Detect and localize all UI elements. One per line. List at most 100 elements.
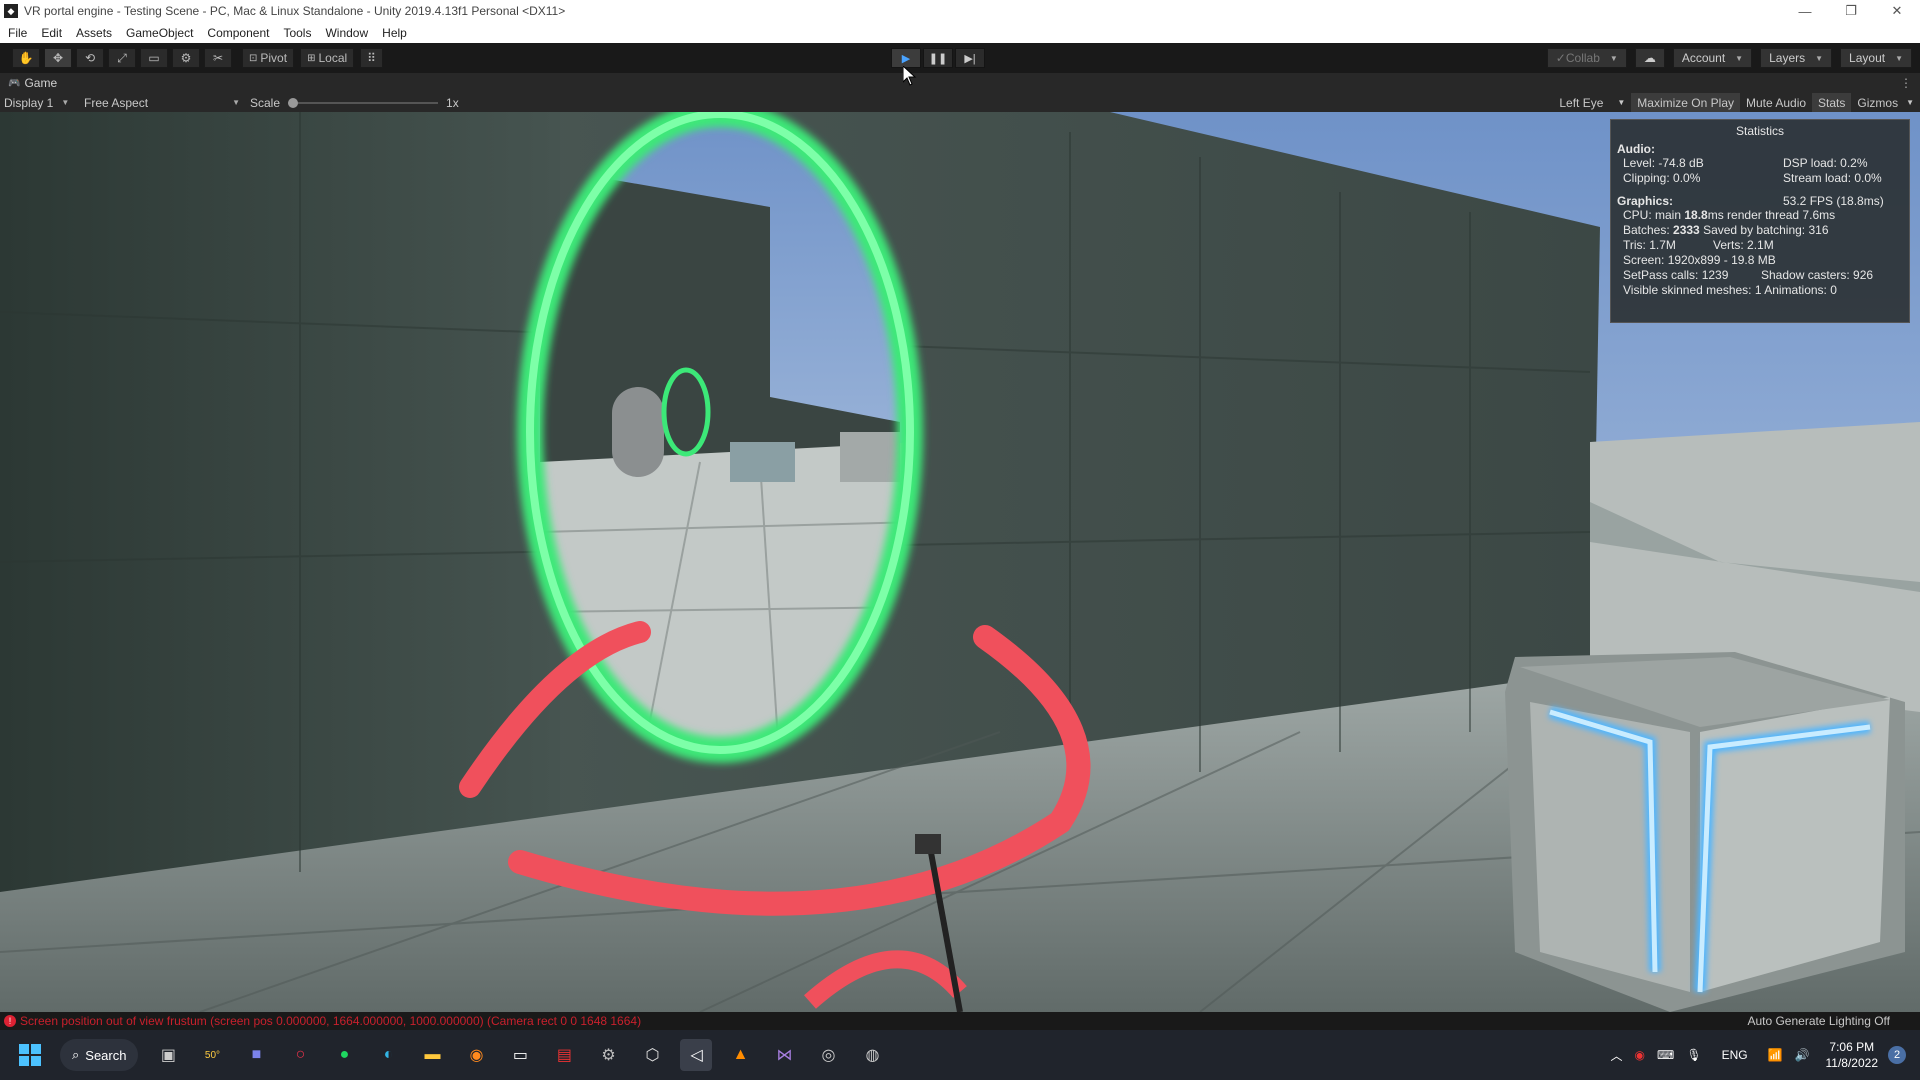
collab-label: Collab <box>1565 51 1600 65</box>
weather-widget-icon[interactable]: 50° <box>196 1039 228 1071</box>
batches-row: Batches: 2333 Saved by batching: 316 <box>1617 223 1903 238</box>
play-button[interactable]: ▶ <box>891 48 921 68</box>
account-dropdown[interactable]: Account ▼ <box>1672 48 1753 68</box>
layers-label: Layers <box>1769 51 1806 65</box>
voicemeeter-icon[interactable]: ▤ <box>548 1039 580 1071</box>
audio-header: Audio: <box>1617 142 1655 156</box>
graphics-header: Graphics: <box>1617 194 1674 208</box>
move-tool-icon[interactable]: ✥ <box>44 48 72 68</box>
display-dropdown[interactable]: Display 1 ▼ <box>0 96 80 110</box>
audio-level: Level: -74.8 dB <box>1623 156 1704 170</box>
obs-studio-icon[interactable]: ◎ <box>812 1039 844 1071</box>
title-bar: ◆ VR portal engine - Testing Scene - PC,… <box>0 0 1920 22</box>
chat-app-icon[interactable]: ■ <box>240 1039 272 1071</box>
restore-button[interactable]: ❐ <box>1828 0 1874 22</box>
rect-tool-icon[interactable]: ▭ <box>140 48 168 68</box>
layers-dropdown[interactable]: Layers ▼ <box>1760 48 1833 68</box>
eye-label: Left Eye <box>1559 95 1604 110</box>
menu-gameobject[interactable]: GameObject <box>126 26 193 40</box>
local-toggle[interactable]: ⊞ Local <box>300 48 355 68</box>
clock[interactable]: 7:06 PM 11/8/2022 <box>1826 1039 1879 1071</box>
firefox-icon[interactable]: ◉ <box>460 1039 492 1071</box>
microphone-icon[interactable]: 🎙 <box>1686 1048 1701 1062</box>
vlc-player-icon[interactable]: ▲ <box>724 1039 756 1071</box>
batches-suffix: Saved by batching: 316 <box>1699 223 1829 237</box>
visual-studio-icon[interactable]: ⋈ <box>768 1039 800 1071</box>
scale-slider-knob[interactable] <box>288 97 299 108</box>
window-title: VR portal engine - Testing Scene - PC, M… <box>24 4 566 18</box>
verts-count: Verts: 2.1M <box>1713 238 1774 252</box>
game-tab-strip: 🎮 Game ⋮ <box>0 73 1920 93</box>
windows-start-icon[interactable] <box>14 1039 46 1071</box>
minimize-button[interactable]: — <box>1782 0 1828 22</box>
task-view-icon[interactable]: ▣ <box>152 1039 184 1071</box>
file-explorer-icon[interactable]: ▬ <box>416 1039 448 1071</box>
edge-browser-icon[interactable]: ◐ <box>372 1039 404 1071</box>
tab-game[interactable]: 🎮 Game <box>0 76 57 90</box>
dsp-load: DSP load: 0.2% <box>1783 156 1868 170</box>
tray-app-icon[interactable]: ◉ <box>1635 1048 1645 1062</box>
settings-gear-icon[interactable]: ⚙ <box>592 1039 624 1071</box>
spotify-icon[interactable]: ● <box>328 1039 360 1071</box>
collab-dropdown[interactable]: ✓ Collab ▼ <box>1546 48 1627 68</box>
opera-browser-icon[interactable]: ○ <box>284 1039 316 1071</box>
chevron-down-icon: ▼ <box>232 98 240 107</box>
unity-editor-icon[interactable]: ◁ <box>680 1039 713 1071</box>
keyboard-icon[interactable]: ⌨ <box>1657 1048 1674 1062</box>
gizmos-dropdown[interactable]: Gizmos ▼ <box>1851 93 1920 112</box>
scale-slider[interactable] <box>288 97 439 108</box>
maximize-on-play-toggle[interactable]: Maximize On Play <box>1631 93 1740 112</box>
menu-assets[interactable]: Assets <box>76 26 112 40</box>
eye-dropdown[interactable]: Left Eye ▼ <box>1553 93 1631 112</box>
menu-edit[interactable]: Edit <box>41 26 62 40</box>
transform-tool-icon[interactable]: ⚙ <box>172 48 200 68</box>
rotate-tool-icon[interactable]: ⟲ <box>76 48 104 68</box>
menu-window[interactable]: Window <box>325 26 368 40</box>
pause-button[interactable]: ❚❚ <box>923 48 953 68</box>
game-view-toolbar: Display 1 ▼ Free Aspect ▼ Scale 1x Left Ey… <box>0 93 1920 112</box>
error-message[interactable]: Screen position out of view frustum (scr… <box>20 1014 641 1028</box>
scale-tool-icon[interactable]: ⤢ <box>108 48 136 68</box>
pivot-toggle[interactable]: ⊡ Pivot <box>242 48 295 68</box>
play-controls: ▶ ❚❚ ▶| <box>891 48 987 68</box>
aspect-dropdown[interactable]: Free Aspect ▼ <box>80 96 240 110</box>
hand-tool-icon[interactable]: ✋ <box>12 48 40 68</box>
step-button[interactable]: ▶| <box>955 48 985 68</box>
chevron-down-icon: ▼ <box>61 98 70 107</box>
clock-date: 11/8/2022 <box>1825 1056 1879 1070</box>
stats-toggle[interactable]: Stats <box>1812 93 1852 112</box>
cloud-button[interactable]: ☁ <box>1634 48 1665 68</box>
audio-clipping: Clipping: 0.0% <box>1623 171 1701 185</box>
oculus-app-icon[interactable]: ▭ <box>504 1039 536 1071</box>
search-icon: ⌕ <box>72 1047 80 1062</box>
shadow-casters: Shadow casters: 926 <box>1761 268 1874 282</box>
mute-audio-toggle[interactable]: Mute Audio <box>1740 93 1812 112</box>
close-button[interactable]: ✕ <box>1874 0 1920 22</box>
menu-file[interactable]: File <box>8 26 27 40</box>
taskbar-search[interactable]: ⌕ Search <box>60 1039 139 1071</box>
cpu-row: CPU: main 18.8ms render thread 7.6ms <box>1617 208 1903 223</box>
menu-tools[interactable]: Tools <box>283 26 311 40</box>
volume-icon[interactable]: 🔊 <box>1795 1048 1810 1062</box>
chevron-down-icon: ▼ <box>1906 98 1914 107</box>
grid-snap-button[interactable]: ⠿ <box>360 48 383 68</box>
error-icon: ! <box>4 1015 16 1027</box>
chevron-up-icon[interactable]: ︿ <box>1611 1047 1623 1064</box>
custom-tool-icon[interactable]: ✂ <box>204 48 232 68</box>
language-indicator[interactable]: ENG <box>1722 1048 1748 1062</box>
transform-tools: ✋ ✥ ⟲ ⤢ ▭ ⚙ ✂ <box>12 48 236 68</box>
layout-dropdown[interactable]: Layout ▼ <box>1840 48 1912 68</box>
status-bar[interactable]: ! Screen position out of view frustum (s… <box>0 1012 1920 1030</box>
menu-help[interactable]: Help <box>382 26 407 40</box>
steam-icon[interactable]: ◍ <box>856 1039 888 1071</box>
menu-component[interactable]: Component <box>207 26 269 40</box>
layout-label: Layout <box>1849 51 1886 65</box>
system-tray: ︿ ◉ ⌨ 🎙 ENG 📶 🔊 7:06 PM 11/8/2022 2 <box>1605 1030 1920 1080</box>
windows-logo-icon <box>19 1044 41 1066</box>
notification-badge[interactable]: 2 <box>1888 1046 1906 1064</box>
wifi-icon[interactable]: 📶 <box>1768 1048 1783 1062</box>
more-options-icon[interactable]: ⋮ <box>1900 76 1912 90</box>
unity-hub-icon[interactable]: ⬡ <box>636 1039 668 1071</box>
lighting-status[interactable]: Auto Generate Lighting Off <box>1747 1014 1890 1028</box>
local-icon: ⊞ <box>307 52 316 64</box>
